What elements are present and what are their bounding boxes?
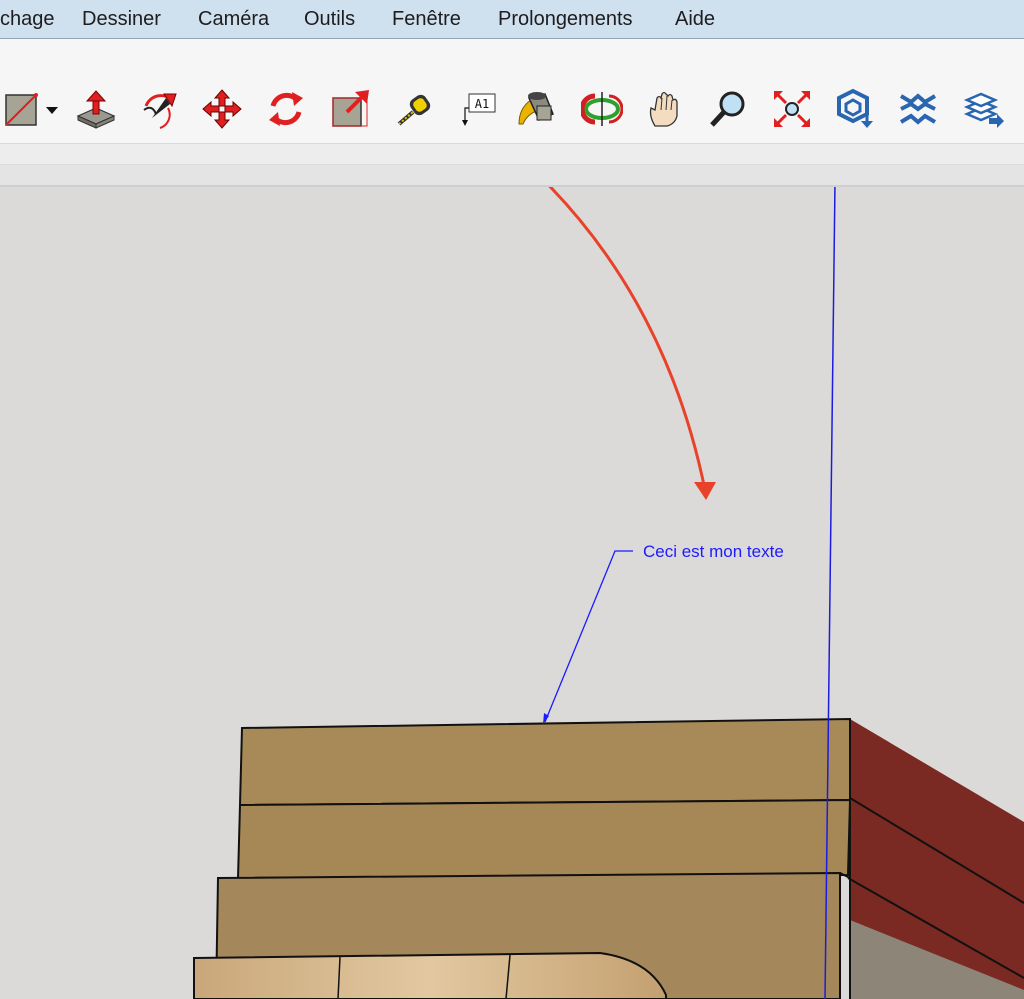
- zoom-icon: [710, 91, 745, 127]
- menu-aide[interactable]: Aide: [675, 0, 715, 38]
- tape-measure-button[interactable]: [392, 87, 436, 131]
- menu-outils[interactable]: Outils: [304, 0, 355, 38]
- annotation-text-label[interactable]: Ceci est mon texte: [643, 542, 784, 562]
- text-tool-icon: A1: [462, 93, 496, 126]
- toolbar-separator-strip: [0, 144, 1024, 165]
- zoom-extents-button[interactable]: [770, 87, 814, 131]
- model-scene[interactable]: [0, 187, 1024, 999]
- menu-dessiner[interactable]: Dessiner: [82, 0, 161, 38]
- paint-bucket-icon: [518, 92, 554, 125]
- wood-block: [193, 951, 667, 999]
- push-pull-icon: [76, 90, 116, 129]
- scale-icon: [332, 90, 369, 127]
- pan-icon: [649, 91, 678, 127]
- extension-warehouse-button[interactable]: [896, 87, 940, 131]
- paint-bucket-button[interactable]: [514, 87, 558, 131]
- pan-button[interactable]: [644, 87, 688, 131]
- text-leader-line: [544, 550, 633, 723]
- follow-me-icon: [143, 93, 177, 129]
- zoom-button[interactable]: [706, 87, 750, 131]
- text-tool-button[interactable]: A1: [456, 87, 500, 131]
- orbit-button[interactable]: [580, 87, 624, 131]
- rotate-icon: [269, 92, 303, 126]
- model-viewport[interactable]: [0, 187, 1024, 999]
- rectangle-icon: [5, 93, 58, 126]
- annotation-arrow: [548, 187, 707, 491]
- rectangle-tool-button[interactable]: [2, 88, 60, 132]
- menu-fenetre[interactable]: Fenêtre: [392, 0, 461, 38]
- follow-me-button[interactable]: [137, 87, 181, 131]
- push-pull-button[interactable]: [74, 87, 118, 131]
- mdf-panel-middle: [236, 798, 852, 880]
- 3d-warehouse-button[interactable]: [834, 87, 878, 131]
- send-to-layout-button[interactable]: [962, 87, 1006, 131]
- rotate-button[interactable]: [264, 87, 308, 131]
- orbit-icon: [581, 92, 623, 126]
- move-icon: [202, 89, 242, 129]
- menu-camera[interactable]: Caméra: [198, 0, 269, 38]
- extension-warehouse-icon: [899, 93, 937, 125]
- tape-measure-icon: [397, 94, 431, 126]
- mdf-panel-top: [238, 717, 851, 807]
- scale-button[interactable]: [328, 87, 372, 131]
- zoom-extents-icon: [774, 91, 810, 127]
- layout-send-icon: [963, 92, 1004, 128]
- 3d-warehouse-icon: [837, 88, 873, 128]
- text-tool-glyph: A1: [475, 97, 489, 111]
- large-tool-set-toolbar: A1: [0, 39, 1024, 144]
- move-button[interactable]: [200, 87, 244, 131]
- menu-bar: chage Dessiner Caméra Outils Fenêtre Pro…: [0, 0, 1024, 39]
- scene-tabs-strip: [0, 165, 1024, 187]
- annotation-arrowhead: [694, 482, 716, 500]
- menu-affichage[interactable]: chage: [0, 0, 55, 38]
- menu-prolongements[interactable]: Prolongements: [498, 0, 633, 38]
